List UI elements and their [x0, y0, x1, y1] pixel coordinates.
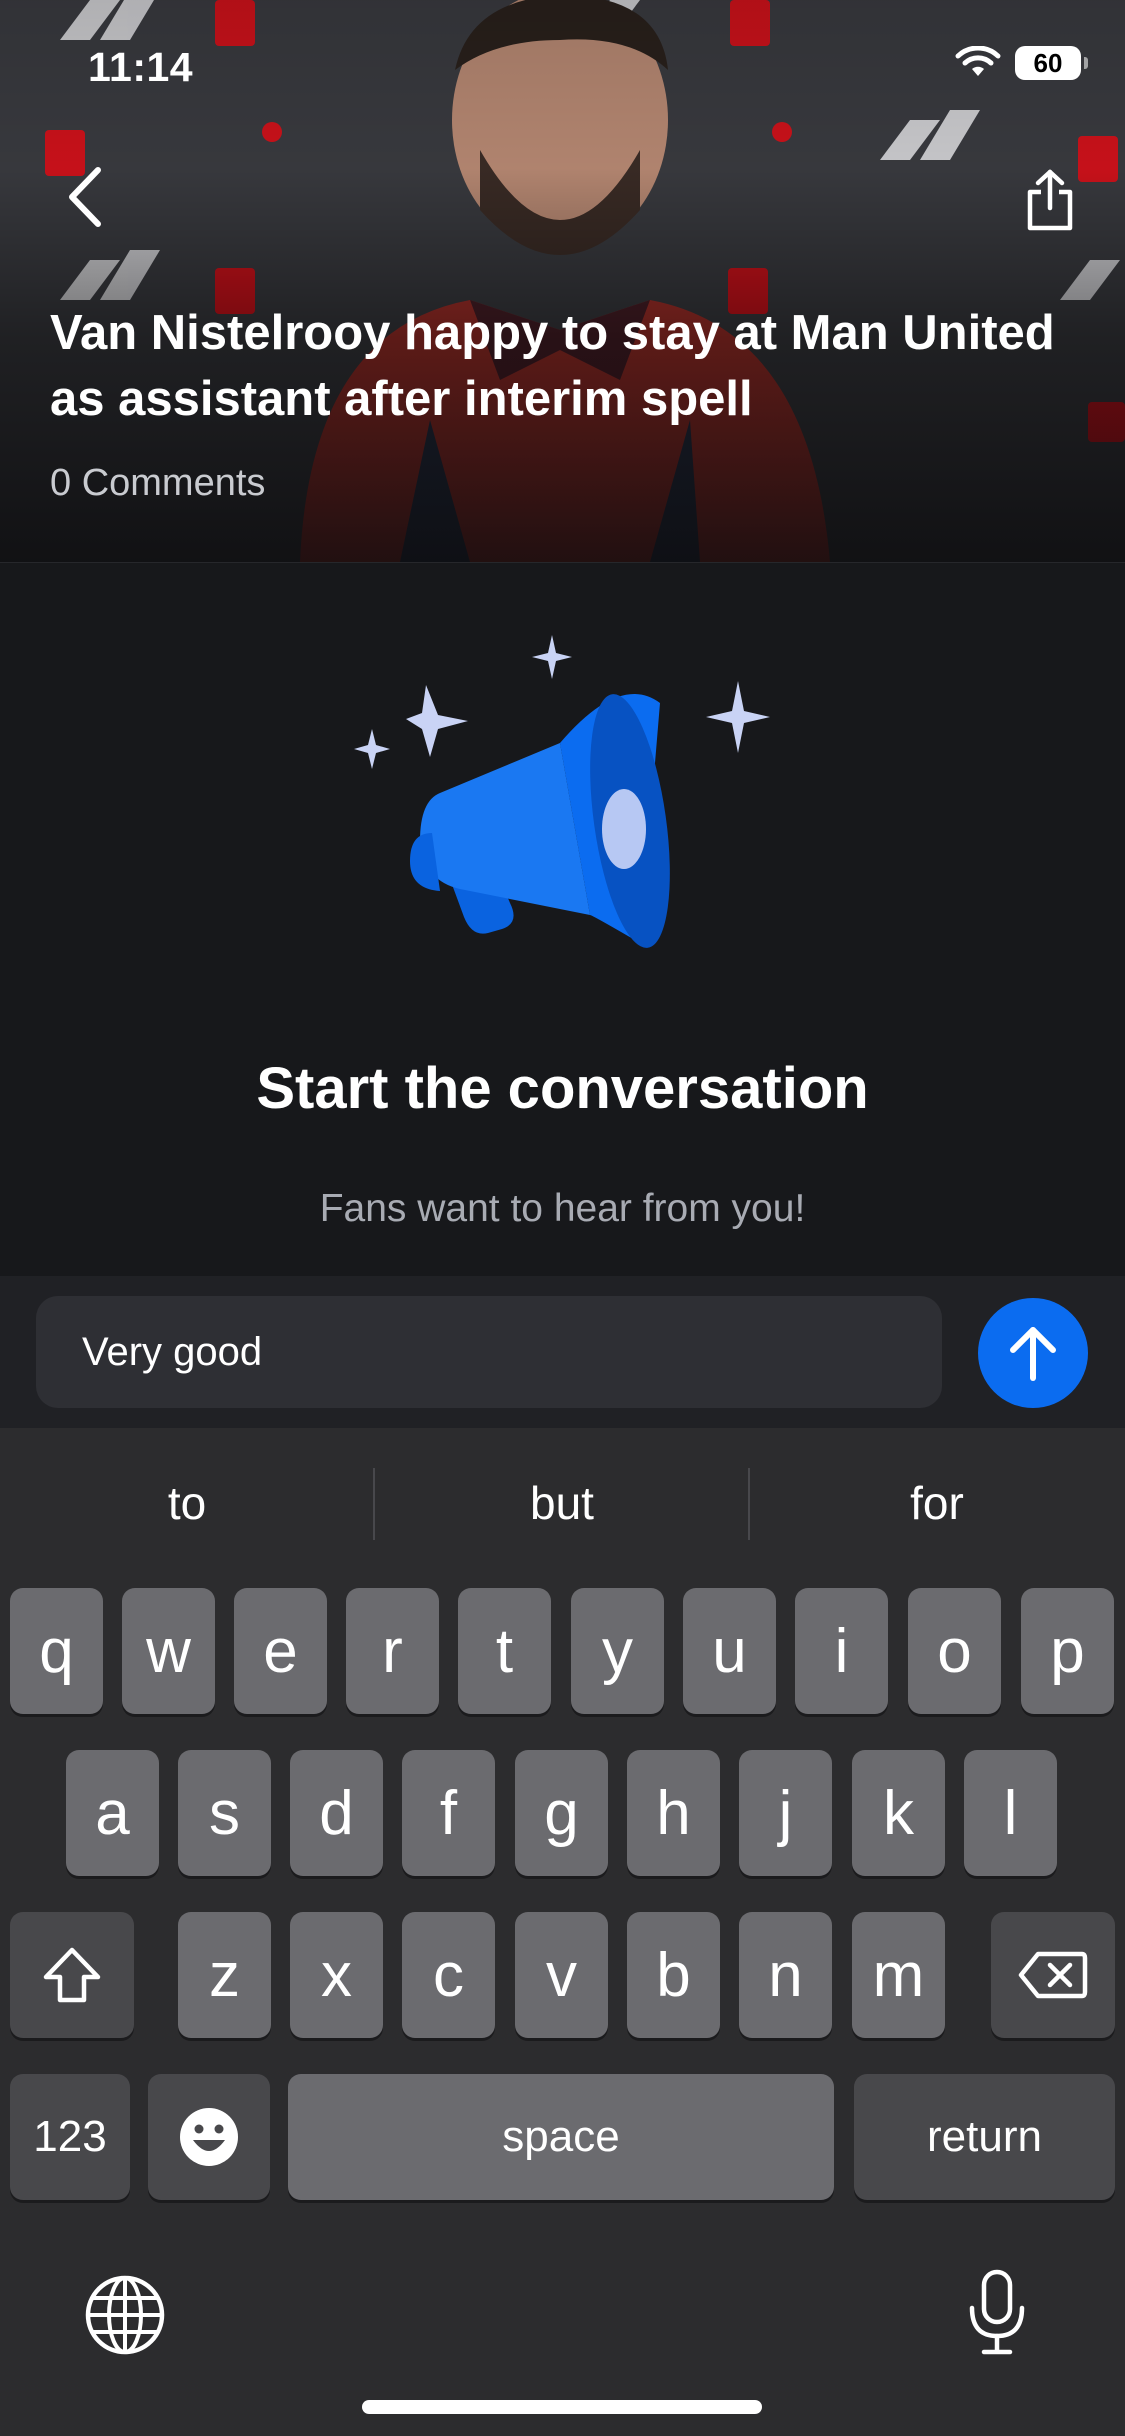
- keyboard: to but for q w e r t y u i o p a s d f g…: [0, 1428, 1125, 2436]
- numbers-key[interactable]: 123: [10, 2074, 130, 2200]
- key-l[interactable]: l: [964, 1750, 1057, 1876]
- key-f[interactable]: f: [402, 1750, 495, 1876]
- key-w[interactable]: w: [122, 1588, 215, 1714]
- predictive-bar: to but for: [0, 1428, 1125, 1578]
- return-key[interactable]: return: [854, 2074, 1115, 2200]
- comment-composer: [0, 1276, 1125, 1428]
- key-p[interactable]: p: [1021, 1588, 1114, 1714]
- back-button[interactable]: [60, 164, 112, 230]
- shift-key[interactable]: [10, 1912, 134, 2038]
- key-v[interactable]: v: [515, 1912, 608, 2038]
- backspace-icon: [1018, 1951, 1088, 1999]
- send-button[interactable]: [978, 1298, 1088, 1408]
- share-button[interactable]: [1024, 168, 1076, 232]
- suggestion-3[interactable]: for: [750, 1428, 1124, 1578]
- emoji-icon: [180, 2108, 238, 2166]
- article-hero: 11:14 60 Van Nistelrooy happy to stay at…: [0, 0, 1125, 562]
- suggestion-2[interactable]: but: [375, 1428, 749, 1578]
- key-r[interactable]: r: [346, 1588, 439, 1714]
- status-time: 11:14: [88, 44, 194, 90]
- status-icons: 60: [955, 46, 1088, 80]
- key-a[interactable]: a: [66, 1750, 159, 1876]
- key-k[interactable]: k: [852, 1750, 945, 1876]
- key-q[interactable]: q: [10, 1588, 103, 1714]
- key-s[interactable]: s: [178, 1750, 271, 1876]
- empty-state-subtitle: Fans want to hear from you!: [319, 1187, 806, 1230]
- key-u[interactable]: u: [683, 1588, 776, 1714]
- article-title: Van Nistelrooy happy to stay at Man Unit…: [50, 306, 1055, 426]
- key-j[interactable]: j: [739, 1750, 832, 1876]
- comment-count[interactable]: 0 Comments: [50, 462, 265, 505]
- key-c[interactable]: c: [402, 1912, 495, 2038]
- key-h[interactable]: h: [627, 1750, 720, 1876]
- key-z[interactable]: z: [178, 1912, 271, 2038]
- key-d[interactable]: d: [290, 1750, 383, 1876]
- key-n[interactable]: n: [739, 1912, 832, 2038]
- empty-state-title: Start the conversation: [256, 1056, 869, 1121]
- delete-key[interactable]: [991, 1912, 1115, 2038]
- comments-empty-state: Start the conversation Fans want to hear…: [0, 562, 1125, 1277]
- megaphone-icon: [354, 635, 770, 948]
- battery-indicator: 60: [1015, 46, 1088, 80]
- emoji-key[interactable]: [148, 2074, 270, 2200]
- microphone-icon[interactable]: [964, 2268, 1030, 2358]
- globe-icon[interactable]: [84, 2274, 166, 2356]
- key-t[interactable]: t: [458, 1588, 551, 1714]
- key-y[interactable]: y: [571, 1588, 664, 1714]
- wifi-icon: [955, 46, 1001, 76]
- key-i[interactable]: i: [795, 1588, 888, 1714]
- suggestion-1[interactable]: to: [0, 1428, 374, 1578]
- key-m[interactable]: m: [852, 1912, 945, 2038]
- key-o[interactable]: o: [908, 1588, 1001, 1714]
- key-g[interactable]: g: [515, 1750, 608, 1876]
- comment-input[interactable]: [36, 1296, 942, 1408]
- key-x[interactable]: x: [290, 1912, 383, 2038]
- shift-icon: [43, 1947, 101, 2003]
- key-e[interactable]: e: [234, 1588, 327, 1714]
- space-key[interactable]: space: [288, 2074, 834, 2200]
- key-b[interactable]: b: [627, 1912, 720, 2038]
- arrow-up-icon: [1010, 1327, 1056, 1381]
- home-indicator[interactable]: [362, 2400, 762, 2414]
